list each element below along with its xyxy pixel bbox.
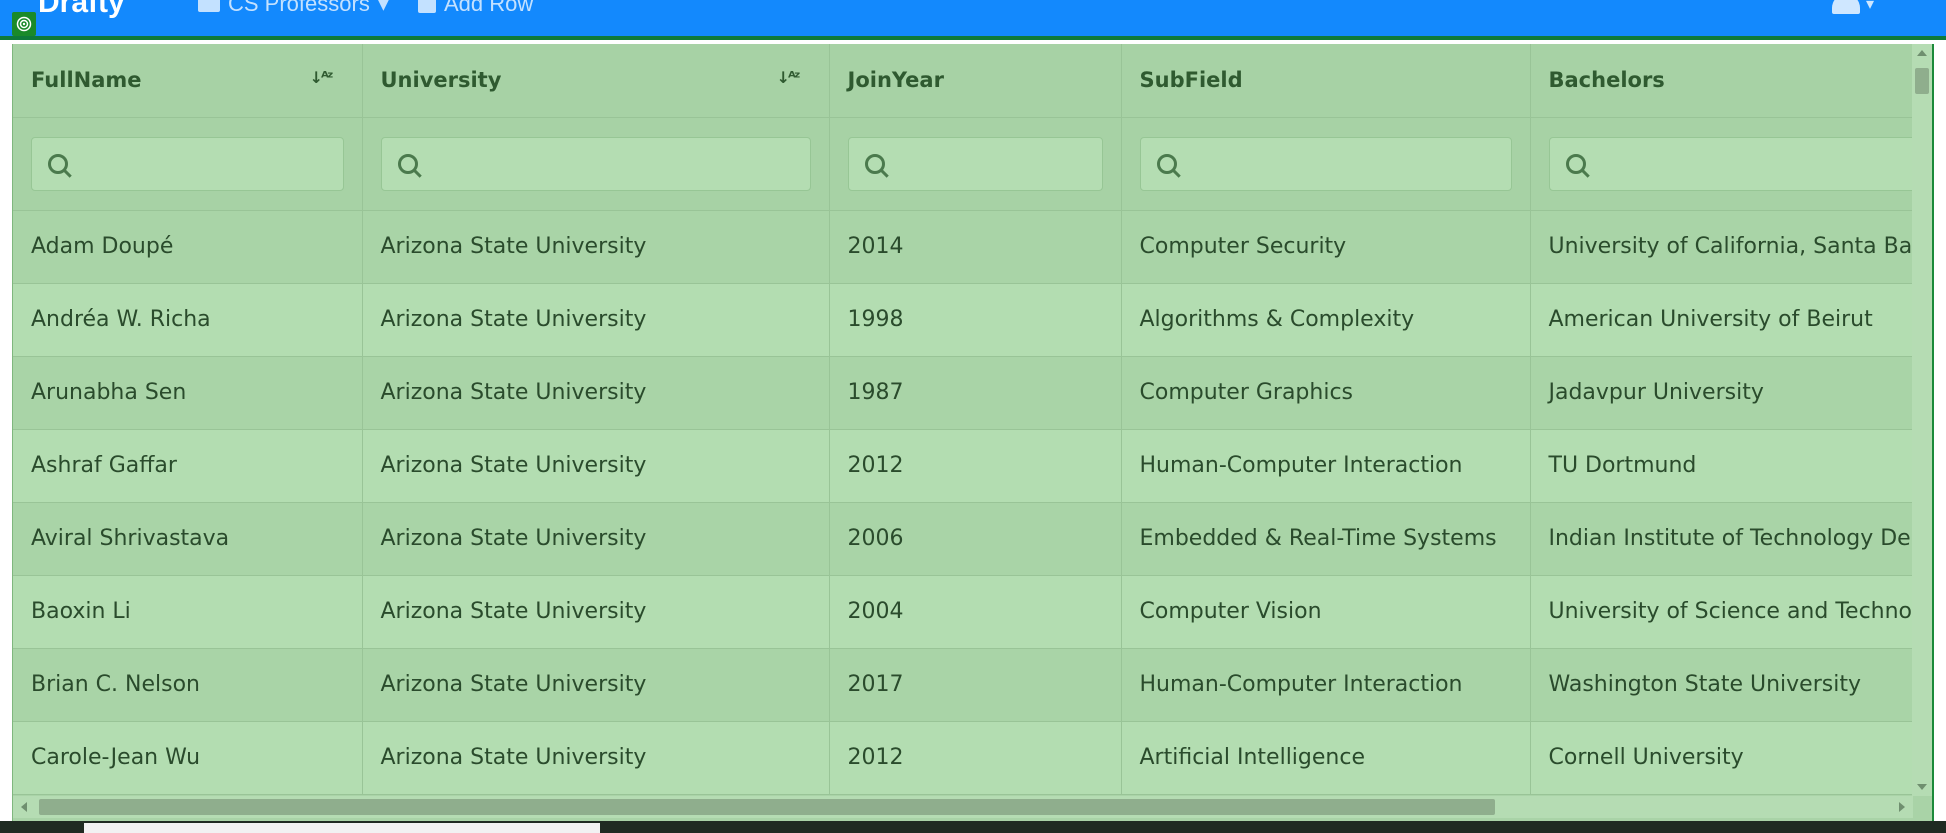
table-row: Baoxin Li Arizona State University 2004 …: [13, 575, 1913, 649]
cell-fullname[interactable]: Brian C. Nelson: [13, 648, 363, 722]
add-row-button[interactable]: Add Row: [418, 0, 533, 16]
cell-university[interactable]: Arizona State University: [362, 575, 830, 649]
search-icon: [864, 153, 885, 174]
cell-university[interactable]: Arizona State University: [362, 502, 830, 576]
cell-joinyear[interactable]: 2012: [829, 429, 1122, 503]
cell-subfield[interactable]: Computer Vision: [1121, 575, 1531, 649]
cell-bachelors[interactable]: TU Dortmund: [1530, 429, 1913, 503]
horizontal-scroll-thumb[interactable]: [39, 799, 1495, 815]
table-body: Adam Doupé Arizona State University 2014…: [13, 210, 1913, 795]
sheet-menu-label: CS Professors: [228, 0, 370, 16]
table-row: Ashraf Gaffar Arizona State University 2…: [13, 429, 1913, 503]
table-row: Arunabha Sen Arizona State University 19…: [13, 356, 1913, 430]
cell-university[interactable]: Arizona State University: [362, 210, 830, 284]
cell-bachelors[interactable]: Indian Institute of Technology Delhi: [1530, 502, 1913, 576]
search-icon: [48, 153, 68, 174]
cell-joinyear[interactable]: 2012: [829, 721, 1122, 795]
cell-fullname[interactable]: Adam Doupé: [13, 210, 363, 284]
column-header-joinyear[interactable]: JoinYear: [829, 44, 1122, 118]
cell-university[interactable]: Arizona State University: [362, 283, 830, 357]
cell-subfield[interactable]: Computer Graphics: [1121, 356, 1531, 430]
column-header-subfield[interactable]: SubField: [1121, 44, 1531, 118]
search-icon: [1565, 153, 1586, 174]
vertical-scrollbar[interactable]: [1912, 44, 1932, 796]
filter-joinyear[interactable]: [847, 136, 1120, 191]
filter-bachelors[interactable]: [1548, 136, 1913, 191]
spreadsheet-grid: FullName ↓ᴬᶻ University ↓ᴬᶻ JoinYear Sub…: [12, 44, 1934, 824]
cell-joinyear[interactable]: 2006: [829, 502, 1122, 576]
cell-bachelors[interactable]: Washington State University: [1530, 648, 1913, 722]
filter-row: [13, 117, 1913, 211]
scroll-left-icon[interactable]: [21, 802, 27, 812]
table-row: Andréa W. Richa Arizona State University…: [13, 283, 1913, 357]
filter-university[interactable]: [380, 136, 811, 191]
column-header-bachelors[interactable]: Bachelors: [1530, 44, 1913, 118]
cell-joinyear[interactable]: 2004: [829, 575, 1122, 649]
search-icon: [397, 153, 418, 174]
cell-joinyear[interactable]: 1998: [829, 283, 1122, 357]
sort-alpha-icon[interactable]: ↓ᴬᶻ: [777, 68, 801, 87]
plus-square-icon: [418, 0, 436, 13]
cell-bachelors[interactable]: American University of Beirut: [1530, 283, 1913, 357]
cell-university[interactable]: Arizona State University: [362, 356, 830, 430]
cell-joinyear[interactable]: 1987: [829, 356, 1122, 430]
cell-joinyear[interactable]: 2014: [829, 210, 1122, 284]
data-table: FullName ↓ᴬᶻ University ↓ᴬᶻ JoinYear Sub…: [13, 44, 1913, 795]
scroll-up-icon[interactable]: [1917, 50, 1927, 56]
filter-fullname[interactable]: [31, 136, 347, 191]
cell-fullname[interactable]: Aviral Shrivastava: [13, 502, 363, 576]
filter-input-joinyear[interactable]: [894, 151, 1120, 176]
search-icon: [1156, 153, 1177, 174]
column-header-fullname[interactable]: FullName ↓ᴬᶻ: [13, 44, 363, 118]
user-menu[interactable]: ▾: [1831, 0, 1874, 14]
cell-fullname[interactable]: Ashraf Gaffar: [13, 429, 363, 503]
filter-input-university[interactable]: [427, 151, 810, 176]
cell-subfield[interactable]: Embedded & Real-Time Systems: [1121, 502, 1531, 576]
filter-input-subfield[interactable]: [1186, 151, 1511, 176]
cell-fullname[interactable]: Arunabha Sen: [13, 356, 363, 430]
vertical-scroll-thumb[interactable]: [1915, 68, 1929, 94]
caret-down-icon: ▾: [1865, 0, 1874, 13]
cell-fullname[interactable]: Carole-Jean Wu: [13, 721, 363, 795]
table-row: Adam Doupé Arizona State University 2014…: [13, 210, 1913, 284]
table-row: Brian C. Nelson Arizona State University…: [13, 648, 1913, 722]
cell-joinyear[interactable]: 2017: [829, 648, 1122, 722]
cell-fullname[interactable]: Baoxin Li: [13, 575, 363, 649]
filter-input-bachelors[interactable]: [1595, 151, 1913, 176]
horizontal-scrollbar[interactable]: [13, 796, 1913, 818]
os-taskbar: [0, 821, 1946, 833]
brand-logo[interactable]: Drafty: [38, 0, 125, 20]
scroll-down-icon[interactable]: [1917, 784, 1927, 790]
cell-bachelors[interactable]: Jadavpur University: [1530, 356, 1913, 430]
cell-subfield[interactable]: Artificial Intelligence: [1121, 721, 1531, 795]
grid-viewport: FullName ↓ᴬᶻ University ↓ᴬᶻ JoinYear Sub…: [13, 44, 1913, 796]
cell-bachelors[interactable]: University of Science and Technology of …: [1530, 575, 1913, 649]
header-row: FullName ↓ᴬᶻ University ↓ᴬᶻ JoinYear Sub…: [13, 44, 1913, 118]
scroll-right-icon[interactable]: [1899, 802, 1905, 812]
cell-university[interactable]: Arizona State University: [362, 429, 830, 503]
caret-down-icon: ▾: [377, 0, 389, 16]
filter-input-fullname[interactable]: [78, 151, 347, 176]
user-icon: [1831, 0, 1860, 14]
cell-subfield[interactable]: Computer Security: [1121, 210, 1531, 284]
cell-fullname[interactable]: Andréa W. Richa: [13, 283, 363, 357]
cell-subfield[interactable]: Algorithms & Complexity: [1121, 283, 1531, 357]
sheet-menu[interactable]: CS Professors ▾: [198, 0, 389, 16]
table-icon: [198, 0, 220, 12]
top-navbar: Drafty CS Professors ▾ Add Row ▾: [0, 0, 1946, 40]
table-row: Aviral Shrivastava Arizona State Univers…: [13, 502, 1913, 576]
add-row-label: Add Row: [444, 0, 534, 16]
cell-subfield[interactable]: Human-Computer Interaction: [1121, 429, 1531, 503]
cell-subfield[interactable]: Human-Computer Interaction: [1121, 648, 1531, 722]
sort-alpha-icon[interactable]: ↓ᴬᶻ: [310, 68, 334, 87]
cell-bachelors[interactable]: Cornell University: [1530, 721, 1913, 795]
cell-bachelors[interactable]: University of California, Santa Barbara: [1530, 210, 1913, 284]
column-header-university[interactable]: University ↓ᴬᶻ: [362, 44, 830, 118]
cell-university[interactable]: Arizona State University: [362, 648, 830, 722]
target-icon[interactable]: [12, 12, 36, 36]
table-row: Carole-Jean Wu Arizona State University …: [13, 721, 1913, 795]
taskbar-window-indicator[interactable]: [84, 823, 600, 833]
filter-subfield[interactable]: [1139, 136, 1512, 191]
cell-university[interactable]: Arizona State University: [362, 721, 830, 795]
